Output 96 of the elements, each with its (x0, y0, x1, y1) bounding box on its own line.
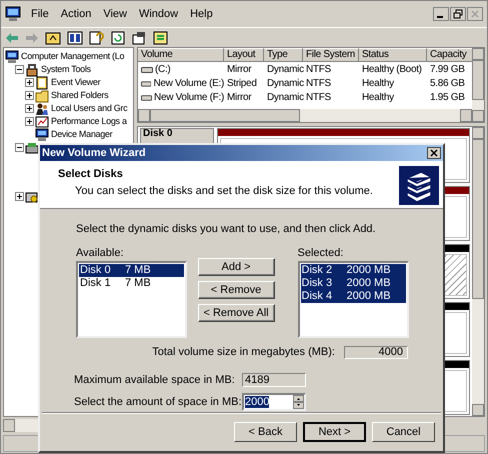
list-label: Available: (76, 246, 124, 260)
chart-icon (35, 114, 49, 128)
table-cell-text: NTFS (306, 63, 331, 77)
table-cell-text: Striped (227, 77, 257, 91)
list-label: Selected: (298, 246, 344, 260)
tree-item[interactable]: Local Users and Grc (51, 102, 128, 116)
services-icon (25, 190, 39, 204)
wizard-button[interactable]: Cancel (372, 422, 435, 442)
tree-item[interactable]: Shared Folders (51, 88, 108, 102)
tree-item[interactable]: Event Viewer (51, 76, 100, 90)
table-cell-text: NTFS (306, 91, 331, 105)
properties-icon[interactable] (131, 30, 147, 44)
table-cell-text: 5.86 GB (430, 77, 465, 91)
tools-icon (25, 62, 39, 76)
expand-icon[interactable] (25, 104, 34, 113)
horizontal-scrollbar[interactable] (138, 109, 472, 122)
table-cell-text: Mirror (227, 63, 252, 77)
minimize-icon[interactable] (433, 7, 449, 21)
restore-icon[interactable] (450, 7, 466, 21)
tree-item[interactable]: Device Manager (51, 128, 112, 142)
selected-list[interactable]: Disk 2 2000 MB Disk 3 2000 MB Disk 4 2000 MB (298, 261, 409, 338)
table-cell-text: Dynamic (267, 77, 304, 91)
tree-item[interactable]: System Tools (41, 62, 91, 76)
menu-item[interactable]: File (27, 6, 53, 22)
disk-label: Disk 0 (143, 129, 172, 139)
stacked-disks-icon (399, 166, 439, 205)
wizard-button[interactable]: < Back (234, 422, 297, 442)
tree-item[interactable]: Performance Logs a (51, 114, 127, 128)
maximum-space-field: 4189 (242, 372, 306, 387)
table-cell-text: Dynamic (267, 63, 304, 77)
folder-up-icon[interactable] (45, 30, 61, 44)
table-cell-text: Healthy (362, 77, 394, 91)
log-book-icon (35, 76, 49, 90)
spin-arrows-icon[interactable] (293, 395, 304, 409)
folder-icon (35, 88, 49, 102)
computer-icon (5, 6, 21, 22)
table-cell-text: New Volume (E:) (153, 77, 224, 91)
list-item[interactable]: Disk 4 2000 MB (300, 290, 406, 303)
list-item[interactable]: Disk 1 7 MB (79, 277, 184, 290)
dialog-title: New Volume Wizard (42, 146, 146, 161)
vertical-scrollbar[interactable] (472, 127, 484, 416)
expand-icon[interactable] (25, 91, 34, 100)
menu-item[interactable]: Window (134, 6, 182, 22)
space-spin-field[interactable]: 2000 (242, 393, 306, 411)
column-header[interactable]: Layout (224, 48, 264, 62)
field-label: Total volume size in megabytes (MB): (152, 345, 335, 360)
column-header[interactable]: Status (359, 48, 427, 62)
expand-icon[interactable] (25, 117, 34, 126)
table-cell-text: (C:) (155, 63, 170, 77)
column-header[interactable]: File System (303, 48, 359, 62)
drive-icon (141, 66, 153, 74)
tree-toggle-icon[interactable] (67, 30, 83, 44)
collapse-icon[interactable] (15, 65, 24, 74)
expand-icon[interactable] (25, 78, 34, 87)
drive-icon (141, 80, 152, 88)
step-subtitle: You can select the disks and set the disk size for this volume. (74, 184, 373, 198)
column-header[interactable]: Volume (138, 48, 224, 62)
table-cell-text: Healthy (Boot) (362, 63, 422, 77)
list-item[interactable]: Disk 0 7 MB (79, 264, 184, 277)
close-icon[interactable] (427, 147, 441, 159)
menu-item[interactable]: Action (56, 6, 96, 22)
menu-item[interactable]: View (99, 6, 131, 22)
computer-icon (35, 128, 49, 142)
menu-item[interactable]: Help (186, 6, 217, 22)
column-header[interactable]: Capacity (427, 48, 474, 62)
field-value: 2000 (245, 396, 270, 408)
action-button[interactable]: Add > (198, 258, 275, 276)
action-button[interactable]: < Remove All (198, 304, 275, 322)
list-item[interactable]: Disk 2 2000 MB (300, 264, 406, 277)
drive-icon (141, 94, 152, 102)
help-icon[interactable] (89, 30, 105, 44)
table-cell-text: Healthy (362, 91, 394, 105)
step-heading: Select Disks (58, 167, 124, 182)
table-cell-text: 1.95 GB (430, 91, 465, 105)
collapse-icon[interactable] (15, 143, 24, 152)
table-cell-text: NTFS (306, 77, 331, 91)
vertical-scrollbar[interactable] (472, 48, 484, 122)
list-item[interactable]: Disk 3 2000 MB (300, 277, 406, 290)
available-list[interactable]: Disk 0 7 MB Disk 1 7 MB (76, 261, 187, 338)
export-icon[interactable] (153, 30, 169, 44)
table-cell-text: 7.99 GB (430, 63, 465, 77)
total-size-field: 4000 (344, 346, 408, 359)
table-cell-text: New Volume (F:) (154, 91, 224, 105)
instruction-text: Select the dynamic disks you want to use, and then click Add. (76, 222, 377, 237)
storage-icon (25, 140, 39, 154)
field-label: Maximum available space in MB: (74, 372, 236, 388)
action-button[interactable]: < Remove (198, 280, 275, 298)
tree-item[interactable]: Computer Management (Lo (21, 50, 124, 64)
column-header[interactable]: Type (264, 48, 303, 62)
users-icon (35, 102, 49, 116)
table-cell-text: Dynamic (267, 91, 304, 105)
field-label: Select the amount of space in MB: (74, 394, 242, 410)
wizard-button[interactable]: Next > (303, 422, 366, 442)
expand-icon[interactable] (15, 192, 24, 201)
table-cell-text: Mirror (227, 91, 252, 105)
refresh-icon[interactable] (111, 30, 125, 44)
